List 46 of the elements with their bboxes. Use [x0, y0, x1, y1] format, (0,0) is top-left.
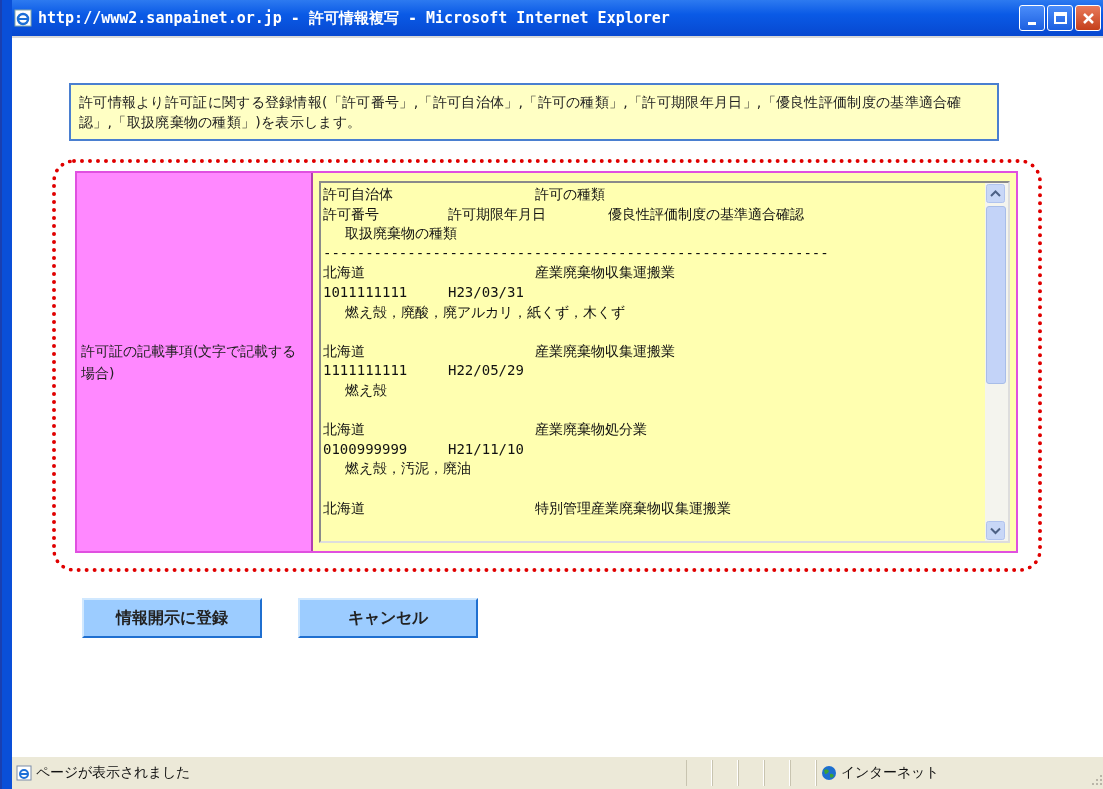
text-line: 1111111111	[323, 361, 409, 381]
text-line: 許可期限年月日	[448, 204, 547, 224]
register-button[interactable]: 情報開示に登録	[82, 598, 262, 638]
scrollbar[interactable]	[985, 183, 1008, 541]
scroll-down-icon[interactable]	[986, 521, 1005, 540]
window-title: http://www2.sanpainet.or.jp - 許可情報複写 - Microsoft Internet Explorer	[38, 8, 671, 28]
text-line: 許可自治体	[323, 185, 394, 204]
close-button[interactable]	[1075, 5, 1101, 31]
scroll-thumb[interactable]	[986, 206, 1006, 384]
minimize-button[interactable]	[1019, 5, 1045, 31]
text-line: 1011111111	[323, 282, 409, 302]
text-line: 許可番号	[323, 204, 380, 224]
text-line: H23/03/31	[448, 282, 524, 302]
status-pane	[712, 760, 738, 786]
text-line: 燃え殻	[344, 380, 387, 400]
text-line: 産業廃棄物収集運搬業	[535, 341, 675, 361]
text-line: 産業廃棄物収集運搬業	[535, 263, 675, 283]
browser-icon	[14, 9, 32, 27]
scroll-up-icon[interactable]	[986, 184, 1005, 203]
text-line: 0100999999	[323, 439, 409, 459]
status-pane	[790, 760, 816, 786]
zone-label: インターネット	[841, 764, 939, 782]
text-line: 燃え殻，汚泥，廃油	[344, 459, 471, 479]
text-line: H21/11/10	[448, 439, 524, 459]
text-line: 北海道	[323, 498, 366, 518]
minimize-icon	[1028, 21, 1036, 25]
field-label: 許可証の記載事項(文字で記載する場合)	[81, 342, 298, 383]
text-line: H22/05/29	[448, 361, 524, 381]
text-line: 取扱廃棄物の種類	[344, 224, 457, 244]
text-line: 産業廃棄物処分業	[535, 420, 647, 440]
cancel-button[interactable]: キャンセル	[298, 598, 478, 638]
text-line: 北海道	[323, 263, 366, 283]
text-line: 特別管理産業廃棄物収集運搬業	[535, 498, 731, 518]
status-pane	[764, 760, 790, 786]
resize-grip[interactable]	[1089, 772, 1103, 786]
text-line: 北海道	[323, 341, 366, 361]
text-line: 許可の種類	[535, 185, 605, 204]
info-notice: 許可情報より許可証に関する登録情報(「許可番号」,「許可自治体」,「許可の種類」,「許可期限年月日」,「優良性評価制度の基準適合確認」,「取扱廃棄物の種類」)を表示します。	[69, 83, 999, 141]
text-line: 北海道	[323, 420, 366, 440]
text-line: ------------------------------------------------------------	[323, 243, 829, 263]
status-pane	[738, 760, 764, 786]
text-line: 優良性評価制度の基準適合確認	[608, 204, 804, 224]
status-message: ページが表示されました	[36, 764, 191, 782]
maximize-button[interactable]	[1047, 5, 1073, 31]
status-pane	[686, 760, 712, 786]
text-line: 燃え殻，廃酸，廃アルカリ，紙くず，木くず	[344, 302, 625, 322]
